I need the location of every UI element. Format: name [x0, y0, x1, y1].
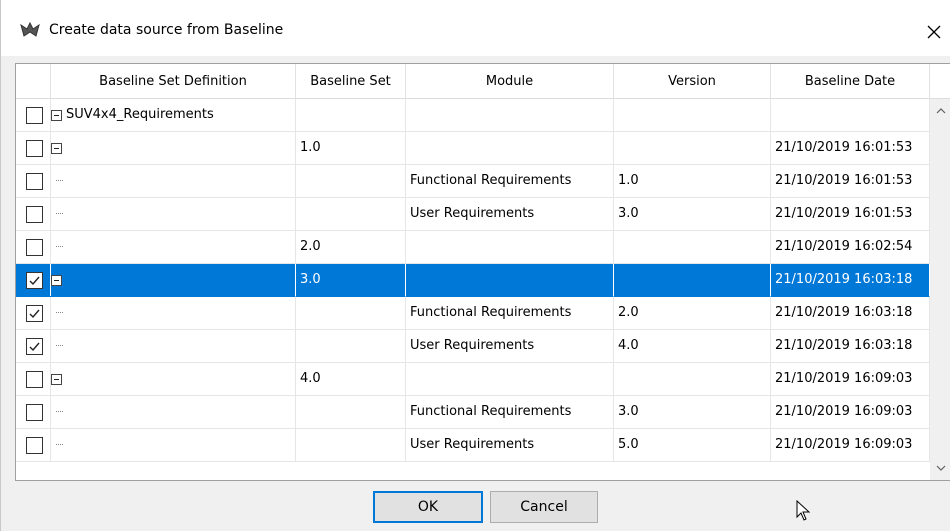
table-row[interactable]: SUV4x4_Requirements: [16, 99, 930, 132]
table-row[interactable]: User Requirements 5.0 21/10/2019 16:09:03: [16, 429, 930, 462]
header-filler: [930, 64, 950, 99]
baseline-set-cell: [296, 198, 406, 231]
baseline-date-cell: 21/10/2019 16:09:03: [771, 396, 930, 429]
baseline-date-cell: 21/10/2019 16:03:18: [771, 264, 930, 297]
baseline-set-cell: [296, 99, 406, 132]
header-baseline-set-definition[interactable]: Baseline Set Definition: [51, 64, 296, 99]
definition-cell-border: [51, 363, 296, 396]
table-row[interactable]: 1.0 21/10/2019 16:01:53: [16, 132, 930, 165]
definition-cell-border: [51, 165, 296, 198]
baseline-date-cell: 21/10/2019 16:01:53: [771, 198, 930, 231]
definition-cell-border: [51, 132, 296, 165]
module-cell: [406, 99, 614, 132]
definition-cell-border: [51, 429, 296, 462]
definition-cell-border: [51, 396, 296, 429]
version-cell: 5.0: [614, 429, 771, 462]
baseline-set-cell: [296, 429, 406, 462]
header-version[interactable]: Version: [614, 64, 771, 99]
scroll-down-icon[interactable]: [930, 459, 950, 479]
module-cell: User Requirements: [406, 330, 614, 363]
module-cell: [406, 231, 614, 264]
grid-header: Baseline Set Definition Baseline Set Mod…: [16, 64, 950, 99]
definition-cell-border: [51, 264, 296, 297]
dialog-window: Create data source from Baseline Baselin…: [0, 0, 950, 531]
table-row[interactable]: Functional Requirements 1.0 21/10/2019 16:…: [16, 165, 930, 198]
table-row[interactable]: 4.0 21/10/2019 16:09:03: [16, 363, 930, 396]
table-row[interactable]: User Requirements 3.0 21/10/2019 16:01:53: [16, 198, 930, 231]
cancel-button[interactable]: Cancel: [490, 491, 598, 523]
baseline-date-cell: 21/10/2019 16:02:54: [771, 231, 930, 264]
baseline-set-cell: 3.0: [296, 264, 406, 297]
baseline-date-cell: 21/10/2019 16:03:18: [771, 297, 930, 330]
version-cell: 3.0: [614, 396, 771, 429]
version-cell: [614, 264, 771, 297]
header-baseline-set[interactable]: Baseline Set: [296, 64, 406, 99]
version-cell: 1.0: [614, 165, 771, 198]
baseline-date-cell: 21/10/2019 16:01:53: [771, 165, 930, 198]
baseline-set-cell: 4.0: [296, 363, 406, 396]
module-cell: Functional Requirements: [406, 297, 614, 330]
version-cell: 4.0: [614, 330, 771, 363]
version-cell: [614, 99, 771, 132]
close-icon: [927, 25, 941, 39]
table-row[interactable]: User Requirements 4.0 21/10/2019 16:03:18: [16, 330, 930, 363]
table-row[interactable]: 3.0 21/10/2019 16:03:18: [16, 264, 930, 297]
close-button[interactable]: [919, 14, 950, 50]
baseline-date-cell: 21/10/2019 16:09:03: [771, 429, 930, 462]
baseline-date-cell: 21/10/2019 16:09:03: [771, 363, 930, 396]
baseline-set-cell: [296, 297, 406, 330]
definition-cell-border: [51, 297, 296, 330]
module-cell: Functional Requirements: [406, 396, 614, 429]
header-module[interactable]: Module: [406, 64, 614, 99]
module-cell: User Requirements: [406, 198, 614, 231]
scroll-up-icon[interactable]: [930, 101, 950, 121]
baseline-date-cell: 21/10/2019 16:03:18: [771, 330, 930, 363]
table-row[interactable]: Functional Requirements 2.0 21/10/2019 16:…: [16, 297, 930, 330]
baseline-set-cell: [296, 396, 406, 429]
ok-button[interactable]: OK: [373, 491, 483, 523]
baseline-set-cell: 1.0: [296, 132, 406, 165]
vertical-scrollbar[interactable]: [930, 99, 950, 480]
version-cell: [614, 132, 771, 165]
title-bar[interactable]: Create data source from Baseline: [1, 0, 950, 56]
definition-cell-border: [51, 198, 296, 231]
module-cell: User Requirements: [406, 429, 614, 462]
version-cell: [614, 231, 771, 264]
mouse-cursor-icon: [796, 499, 812, 526]
module-cell: [406, 264, 614, 297]
window-title: Create data source from Baseline: [49, 22, 284, 38]
bat-icon: [19, 19, 41, 41]
module-cell: [406, 132, 614, 165]
version-cell: 3.0: [614, 198, 771, 231]
header-baseline-date[interactable]: Baseline Date: [771, 64, 930, 99]
definition-cell-border: [51, 99, 296, 132]
table-row[interactable]: 2.0 21/10/2019 16:02:54: [16, 231, 930, 264]
definition-cell-border: [51, 231, 296, 264]
baseline-set-cell: [296, 330, 406, 363]
header-checkbox-column: [16, 64, 51, 99]
baseline-date-cell: [771, 99, 930, 132]
baseline-date-cell: 21/10/2019 16:01:53: [771, 132, 930, 165]
definition-cell-border: [51, 330, 296, 363]
baseline-set-cell: [296, 165, 406, 198]
module-cell: Functional Requirements: [406, 165, 614, 198]
table-row[interactable]: Functional Requirements 3.0 21/10/2019 16:…: [16, 396, 930, 429]
baseline-set-cell: 2.0: [296, 231, 406, 264]
version-cell: 2.0: [614, 297, 771, 330]
version-cell: [614, 363, 771, 396]
baseline-grid: Baseline Set Definition Baseline Set Mod…: [15, 63, 950, 481]
module-cell: [406, 363, 614, 396]
